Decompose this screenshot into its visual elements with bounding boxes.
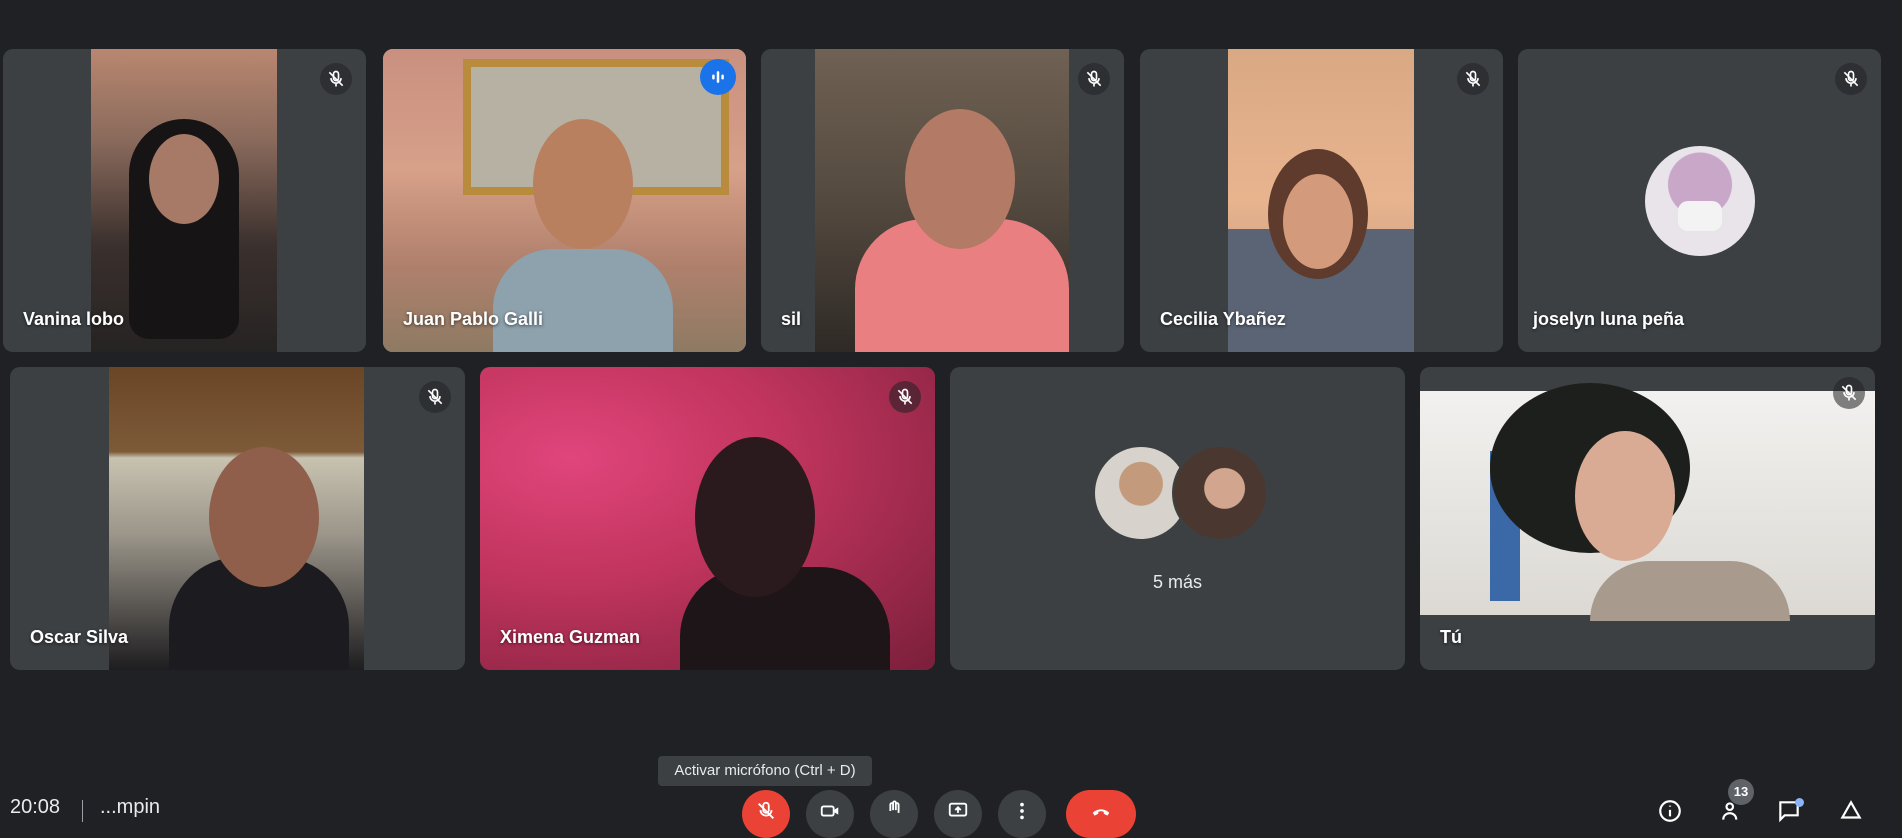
avatar <box>1645 146 1755 256</box>
avatar <box>1172 445 1268 541</box>
participant-tile[interactable]: sil <box>761 49 1124 352</box>
more-participants-tile[interactable]: 5 más <box>950 367 1405 670</box>
audio-level-icon <box>700 59 736 95</box>
participant-name: Cecilia Ybañez <box>1160 309 1286 329</box>
raise-hand-icon <box>889 800 900 813</box>
hang-up-button[interactable] <box>1066 790 1136 838</box>
mic-off-icon <box>758 801 774 819</box>
more-vert-icon <box>1020 802 1024 820</box>
mic-off-icon <box>320 63 352 95</box>
participant-tile[interactable]: Ximena Guzman <box>480 367 935 670</box>
mic-off-icon <box>1457 63 1489 95</box>
hang-up-icon <box>1092 809 1110 816</box>
mic-toggle-button[interactable] <box>742 790 790 838</box>
participant-name: Tú <box>1440 627 1462 647</box>
activities-button[interactable] <box>1836 798 1866 828</box>
mic-tooltip: Activar micrófono (Ctrl + D) <box>658 756 872 786</box>
participant-video <box>109 367 364 670</box>
mic-off-icon <box>1835 63 1867 95</box>
participant-video <box>815 49 1069 352</box>
more-options-button[interactable] <box>998 790 1046 838</box>
present-button[interactable] <box>934 790 982 838</box>
camera-toggle-button[interactable] <box>806 790 854 838</box>
mic-off-icon <box>1833 377 1865 409</box>
mic-off-icon <box>1078 63 1110 95</box>
participant-name: Juan Pablo Galli <box>403 309 544 329</box>
mic-off-icon <box>419 381 451 413</box>
participant-tile[interactable]: Vanina lobo <box>3 49 366 352</box>
participant-name: Vanina lobo <box>23 309 125 329</box>
present-screen-icon <box>948 802 968 817</box>
meeting-details-button[interactable] <box>1655 798 1685 828</box>
participant-video <box>1228 49 1414 352</box>
camera-icon <box>820 805 839 817</box>
raise-hand-button[interactable] <box>870 790 918 838</box>
participants-count-badge: 13 <box>1728 779 1754 805</box>
activities-icon <box>1840 800 1862 819</box>
chat-notification-dot <box>1795 798 1804 807</box>
participant-tile[interactable]: Cecilia Ybañez <box>1140 49 1503 352</box>
participant-tile[interactable]: joselyn luna peña <box>1518 49 1881 352</box>
participant-name: sil <box>781 309 802 329</box>
participant-name: Oscar Silva <box>30 627 129 647</box>
info-icon <box>1659 800 1681 822</box>
meeting-code: ...mpin <box>100 796 161 818</box>
divider <box>82 800 83 822</box>
participant-video <box>383 49 746 352</box>
participant-video <box>480 367 935 670</box>
participant-video <box>91 49 277 352</box>
participant-name: Ximena Guzman <box>500 627 641 647</box>
self-video <box>1420 383 1875 621</box>
participant-tile[interactable]: Oscar Silva <box>10 367 465 670</box>
self-view-tile[interactable]: Tú <box>1420 367 1875 670</box>
mic-off-icon <box>889 381 921 413</box>
more-participants-label: 5 más <box>1152 572 1203 592</box>
clock: 20:08 <box>10 796 61 818</box>
participant-tile[interactable]: Juan Pablo Galli <box>383 49 746 352</box>
participant-name: joselyn luna peña <box>1533 309 1685 329</box>
